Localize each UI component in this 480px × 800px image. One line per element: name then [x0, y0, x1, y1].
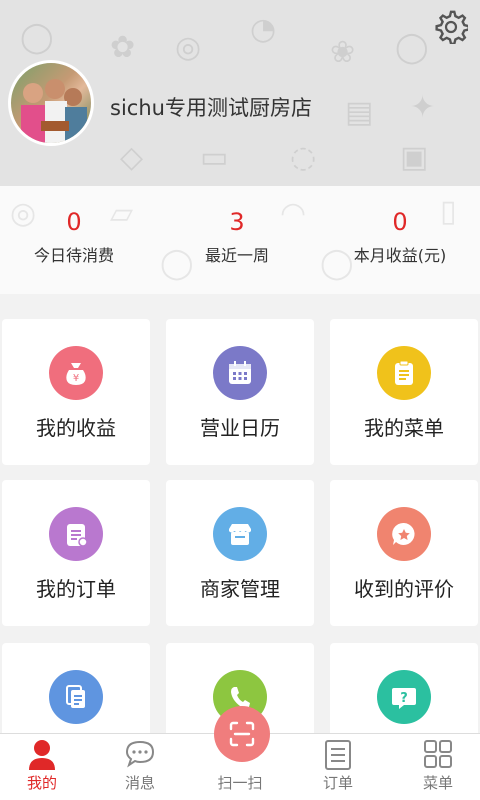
documents-icon [49, 670, 103, 724]
store-icon [213, 507, 267, 561]
nav-item-menu[interactable]: 菜单 [390, 734, 480, 800]
order-list-icon [49, 507, 103, 561]
nav-label: 消息 [124, 774, 155, 792]
stat-value: 0 [66, 208, 82, 236]
avatar[interactable] [8, 60, 94, 146]
shop-name: sichu专用测试厨房店 [110, 96, 312, 120]
calendar-icon [213, 346, 267, 400]
tile-my-income[interactable]: ¥ 我的收益 [2, 319, 150, 465]
nav-label: 扫一扫 [217, 774, 263, 792]
nav-item-mine[interactable]: 我的 [0, 734, 90, 800]
star-chat-icon [377, 507, 431, 561]
svg-text:¥: ¥ [73, 373, 79, 384]
background-doodle: ◌ [290, 140, 317, 175]
stat-label: 本月收益(元) [353, 246, 447, 265]
tile-received-reviews[interactable]: 收到的评价 [330, 480, 478, 626]
svg-text:?: ? [400, 691, 408, 706]
avatar-photo [21, 79, 87, 143]
nav-label: 我的 [26, 774, 57, 792]
tile-label: 我的订单 [36, 577, 116, 601]
tile-my-menu[interactable]: 我的菜单 [330, 319, 478, 465]
background-doodle: ✿ [110, 30, 136, 65]
scan-icon [229, 721, 255, 747]
nav-item-orders[interactable]: 订单 [290, 734, 386, 800]
background-doodle: ✦ [410, 90, 436, 125]
tile-business-calendar[interactable]: 营业日历 [166, 319, 314, 465]
tile-label: 我的菜单 [364, 416, 444, 440]
clipboard-icon [377, 346, 431, 400]
stat-last-week[interactable]: 3 最近一周 [157, 208, 317, 266]
stat-label: 最近一周 [204, 246, 269, 265]
tile-merchant-management[interactable]: 商家管理 [166, 480, 314, 626]
background-doodle: ▤ [345, 95, 374, 130]
nav-label: 订单 [322, 774, 353, 792]
background-doodle: ❀ [330, 35, 356, 70]
order-icon [325, 740, 351, 770]
stat-month-income[interactable]: 0 本月收益(元) [320, 208, 480, 266]
tile-label: 营业日历 [200, 416, 280, 440]
background-doodle: ◯ [20, 20, 54, 55]
tile-label: 我的收益 [36, 416, 116, 440]
scan-button[interactable] [214, 706, 270, 762]
tile-label: 商家管理 [200, 577, 280, 601]
background-doodle: ▣ [400, 140, 429, 175]
stat-pending-today[interactable]: 0 今日待消费 [0, 208, 154, 266]
stat-value: 3 [229, 208, 245, 236]
money-bag-icon: ¥ [49, 346, 103, 400]
background-doodle: ◎ [175, 30, 202, 65]
question-chat-icon: ? [377, 670, 431, 724]
feature-grid: ¥ 我的收益 营业日历 我的菜单 我的订单 商家管理 收到的评价 ? [0, 294, 480, 734]
tile-my-orders[interactable]: 我的订单 [2, 480, 150, 626]
tile-help[interactable]: ? [330, 643, 478, 734]
gear-icon[interactable] [434, 10, 468, 44]
grid-menu-icon [424, 740, 452, 768]
background-doodle: ▭ [200, 140, 229, 175]
stat-value: 0 [392, 208, 408, 236]
background-doodle: ◇ [120, 140, 144, 175]
tile-label: 收到的评价 [354, 577, 454, 601]
user-icon [29, 740, 55, 770]
nav-item-messages[interactable]: 消息 [92, 734, 188, 800]
background-doodle: ◔ [250, 12, 277, 47]
background-doodle: ◯ [395, 30, 429, 65]
stats-panel: ◎ ▱ ◠ ▯ ◯ ◯ 0 今日待消费 3 最近一周 0 本月收益(元) [0, 186, 480, 294]
tile-documents[interactable] [2, 643, 150, 734]
profile-header: ◯ ✿ ◎ ◔ ❀ ◯ ▤ ✦ ◇ ▭ ◌ ▣ sichu专用测试厨房店 [0, 0, 480, 186]
nav-label: 菜单 [422, 774, 453, 792]
stat-label: 今日待消费 [33, 246, 114, 265]
message-icon [125, 740, 155, 768]
